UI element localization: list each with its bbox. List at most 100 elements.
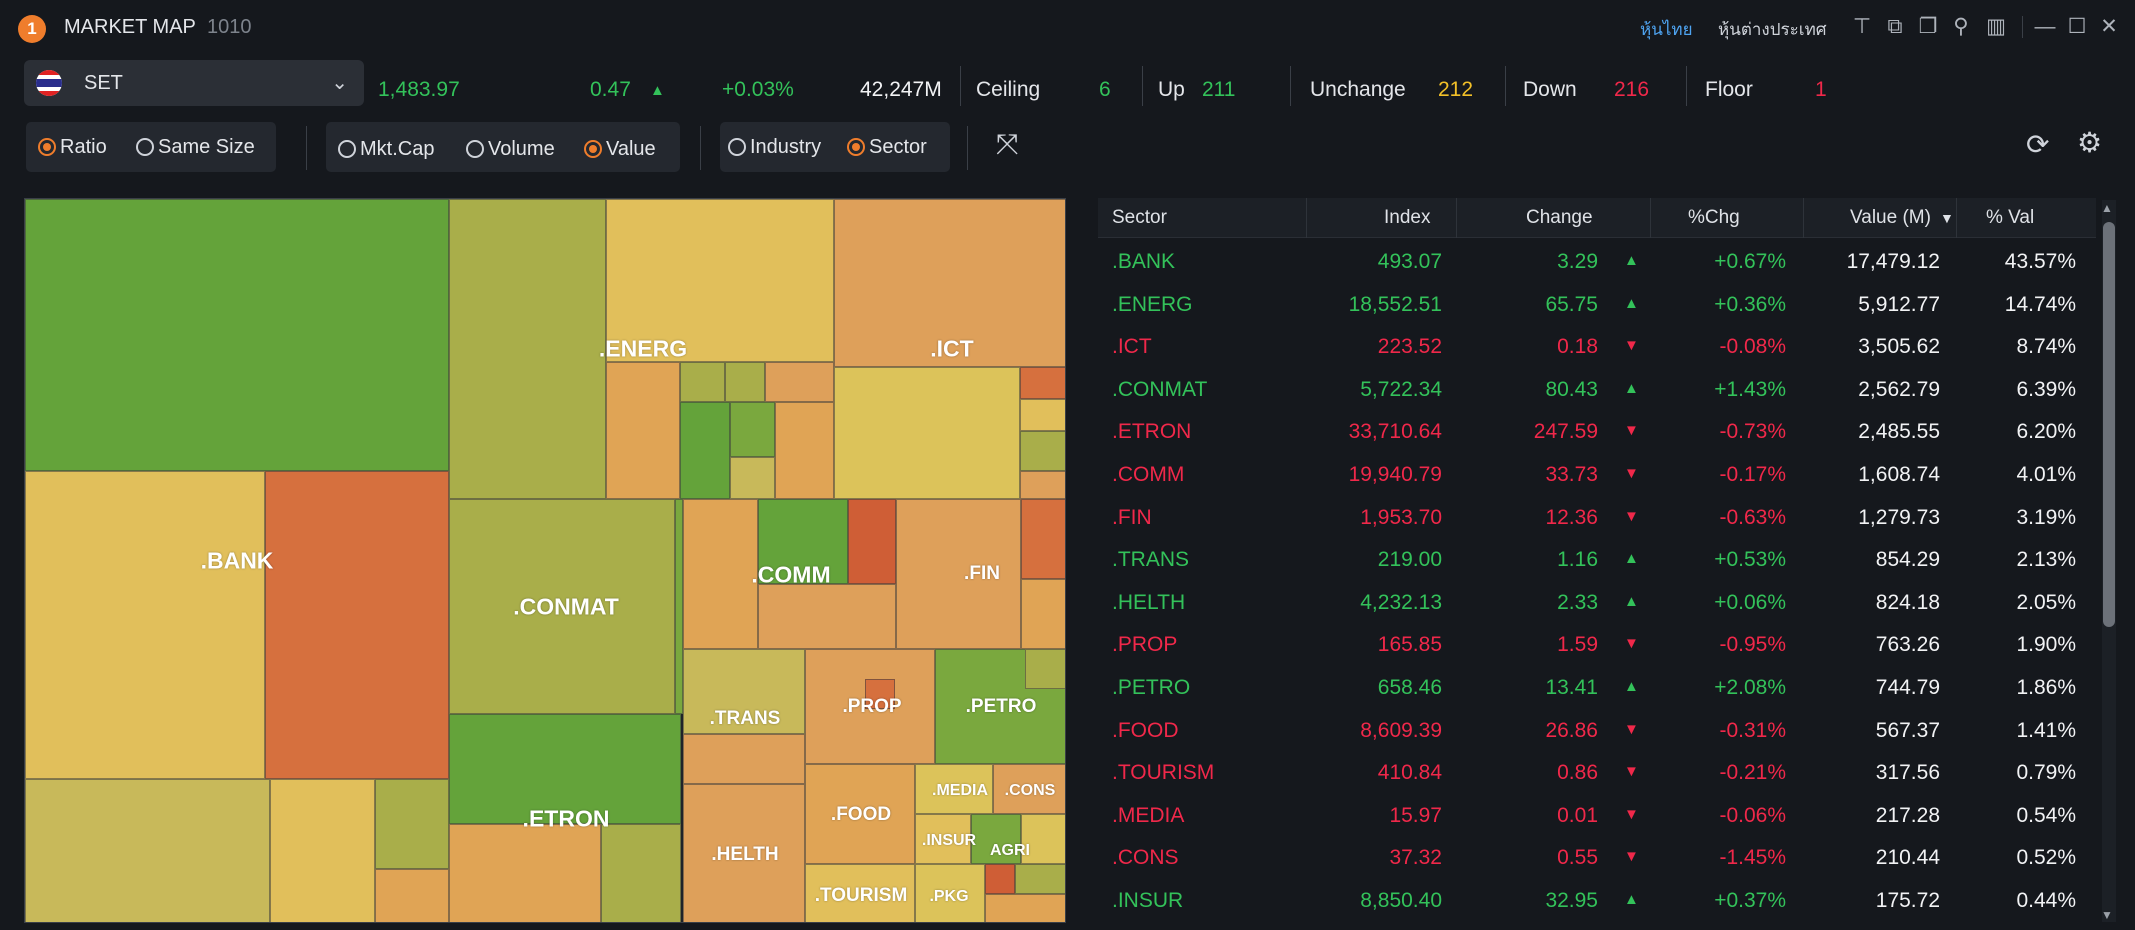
close-button[interactable]: ✕: [2096, 12, 2122, 42]
same-size-option[interactable]: Same Size: [136, 136, 255, 159]
value-option[interactable]: Value: [584, 138, 656, 161]
treemap-tile[interactable]: [449, 199, 606, 499]
cell-pval: 8.74%: [2016, 335, 2076, 359]
table-row[interactable]: .BANK 493.07 3.29 +0.67% 17,479.12 43.57% ▲: [1098, 240, 2096, 283]
volume-option[interactable]: Volume: [466, 138, 555, 161]
table-row[interactable]: .FIN 1,953.70 12.36 -0.63% 1,279.73 3.19% ▼: [1098, 496, 2096, 539]
treemap-tile[interactable]: [683, 499, 758, 649]
table-row[interactable]: .INSUR 8,850.40 32.95 +0.37% 175.72 0.44% ▲: [1098, 879, 2096, 922]
treemap-tile[interactable]: [834, 367, 1020, 499]
header-pct-val[interactable]: % Val: [1986, 207, 2034, 229]
maximize-button[interactable]: ☐: [2064, 12, 2090, 42]
cell-value: 824.18: [1875, 590, 1940, 614]
treemap-tile[interactable]: [1020, 431, 1065, 471]
treemap-tile[interactable]: [683, 734, 805, 784]
table-row[interactable]: .ENERG 18,552.51 65.75 +0.36% 5,912.77 14.74%…: [1098, 283, 2096, 326]
header-index[interactable]: Index: [1384, 207, 1430, 229]
cell-pct: +2.08%: [1714, 676, 1786, 699]
minimize-button[interactable]: —: [2032, 12, 2058, 42]
gear-icon[interactable]: ⚙: [2077, 126, 2102, 159]
cell-sector: .CONS: [1112, 846, 1179, 870]
treemap-tile[interactable]: [375, 779, 449, 869]
table-row[interactable]: .TRANS 219.00 1.16 +0.53% 854.29 2.13% ▲: [1098, 538, 2096, 581]
treemap-tile[interactable]: [896, 499, 1021, 649]
treemap-tile[interactable]: [1021, 499, 1065, 579]
treemap-tile[interactable]: [601, 824, 681, 922]
treemap-tile[interactable]: [725, 362, 765, 402]
treemap-tile[interactable]: [1020, 367, 1065, 399]
cell-sector: .FIN: [1112, 505, 1152, 529]
treemap-sector-label: .PETRO: [965, 696, 1037, 717]
treemap-tile[interactable]: [1020, 399, 1065, 431]
treemap-tile[interactable]: [25, 471, 265, 779]
book-icon[interactable]: ▥: [1983, 12, 2009, 42]
unchange-count: 212: [1438, 78, 1474, 101]
sector-treemap[interactable]: .BANK .ENERG .ICT .CONMAT .COMM .FIN .TRANS .PR…: [24, 198, 1066, 923]
mkt-cap-option[interactable]: Mkt.Cap: [338, 138, 434, 161]
cell-pval: 0.79%: [2016, 761, 2076, 785]
table-row[interactable]: .TOURISM 410.84 0.86 -0.21% 317.56 0.79% ▼: [1098, 751, 2096, 794]
table-row[interactable]: .ICT 223.52 0.18 -0.08% 3,505.62 8.74% ▼: [1098, 325, 2096, 368]
table-row[interactable]: .PETRO 658.46 13.41 +2.08% 744.79 1.86% ▲: [1098, 666, 2096, 709]
treemap-sector-label: .BANK: [200, 547, 274, 574]
scroll-down-icon[interactable]: ▼: [2101, 908, 2113, 922]
treemap-tile[interactable]: [985, 894, 1065, 922]
down-count: 216: [1614, 78, 1650, 101]
header-change[interactable]: Change: [1526, 207, 1593, 229]
sort-desc-icon[interactable]: ▼: [1940, 210, 1954, 226]
refresh-icon[interactable]: ⟳: [2026, 128, 2049, 161]
sector-option[interactable]: Sector: [847, 136, 927, 159]
popout-icon[interactable]: ⧉: [1882, 12, 1908, 42]
scroll-up-icon[interactable]: ▲: [2101, 201, 2113, 215]
treemap-tile[interactable]: [680, 402, 730, 499]
treemap-tile[interactable]: [375, 869, 449, 922]
treemap-tile[interactable]: [1021, 579, 1065, 649]
table-row[interactable]: .HELTH 4,232.13 2.33 +0.06% 824.18 2.05% ▲: [1098, 581, 2096, 624]
treemap-tile[interactable]: [1020, 471, 1065, 499]
header-value[interactable]: Value (M): [1850, 207, 1931, 229]
industry-option[interactable]: Industry: [728, 136, 821, 159]
cell-sector: .BANK: [1112, 250, 1176, 273]
treemap-tile[interactable]: [25, 199, 449, 471]
treemap-tile[interactable]: [1015, 864, 1065, 894]
expand-icon[interactable]: ⤧: [996, 128, 1018, 161]
treemap-tile[interactable]: [775, 402, 834, 499]
pin-icon[interactable]: ⚲: [1948, 12, 1974, 42]
duplicate-icon[interactable]: ❐: [1915, 12, 1941, 42]
header-sector[interactable]: Sector: [1112, 207, 1167, 229]
table-row[interactable]: .MEDIA 15.97 0.01 -0.06% 217.28 0.54% ▼: [1098, 794, 2096, 837]
treemap-tile[interactable]: [730, 402, 775, 457]
treemap-tile[interactable]: [758, 584, 896, 649]
thai-stocks-link[interactable]: หุ้นไทย: [1640, 16, 1693, 43]
foreign-stocks-link[interactable]: หุ้นต่างประเทศ: [1718, 16, 1827, 43]
treemap-tile[interactable]: [848, 499, 896, 584]
treemap-tile[interactable]: [270, 779, 375, 922]
treemap-tile[interactable]: [985, 864, 1015, 894]
treemap-tile[interactable]: [1025, 649, 1065, 689]
treemap-tile[interactable]: [765, 362, 834, 402]
treemap-tile[interactable]: [730, 457, 775, 499]
treemap-tile[interactable]: [25, 779, 270, 922]
table-row[interactable]: .CONMAT 5,722.34 80.43 +1.43% 2,562.79 6.39% ▲: [1098, 368, 2096, 411]
market-selector[interactable]: SET ⌄: [24, 60, 364, 106]
option-divider: [967, 126, 968, 170]
treemap-tile[interactable]: [606, 362, 680, 499]
table-row[interactable]: .PROP 165.85 1.59 -0.95% 763.26 1.90% ▼: [1098, 623, 2096, 666]
cell-pval: 14.74%: [2004, 292, 2076, 316]
table-row[interactable]: .COMM 19,940.79 33.73 -0.17% 1,608.74 4.01% ▼: [1098, 453, 2096, 496]
table-row[interactable]: .CONS 37.32 0.55 -1.45% 210.44 0.52% ▼: [1098, 836, 2096, 879]
text-size-icon[interactable]: ⊤: [1849, 12, 1875, 42]
treemap-tile[interactable]: [675, 499, 683, 714]
treemap-tile[interactable]: [449, 824, 601, 922]
table-row[interactable]: .FOOD 8,609.39 26.86 -0.31% 567.37 1.41% ▼: [1098, 709, 2096, 752]
treemap-sector-label: .ENERG: [598, 335, 688, 362]
ratio-option[interactable]: Ratio: [38, 136, 107, 159]
cell-sector: .ENERG: [1112, 292, 1193, 316]
table-row[interactable]: .ETRON 33,710.64 247.59 -0.73% 2,485.55 6.20%…: [1098, 410, 2096, 453]
header-pct-chg[interactable]: %Chg: [1688, 207, 1740, 229]
scrollbar-thumb[interactable]: [2103, 222, 2115, 627]
treemap-tile[interactable]: [680, 362, 725, 402]
treemap-tile[interactable]: [265, 471, 449, 779]
cell-change: 0.55: [1557, 846, 1598, 870]
treemap-sector-label: AGRI: [990, 842, 1030, 859]
